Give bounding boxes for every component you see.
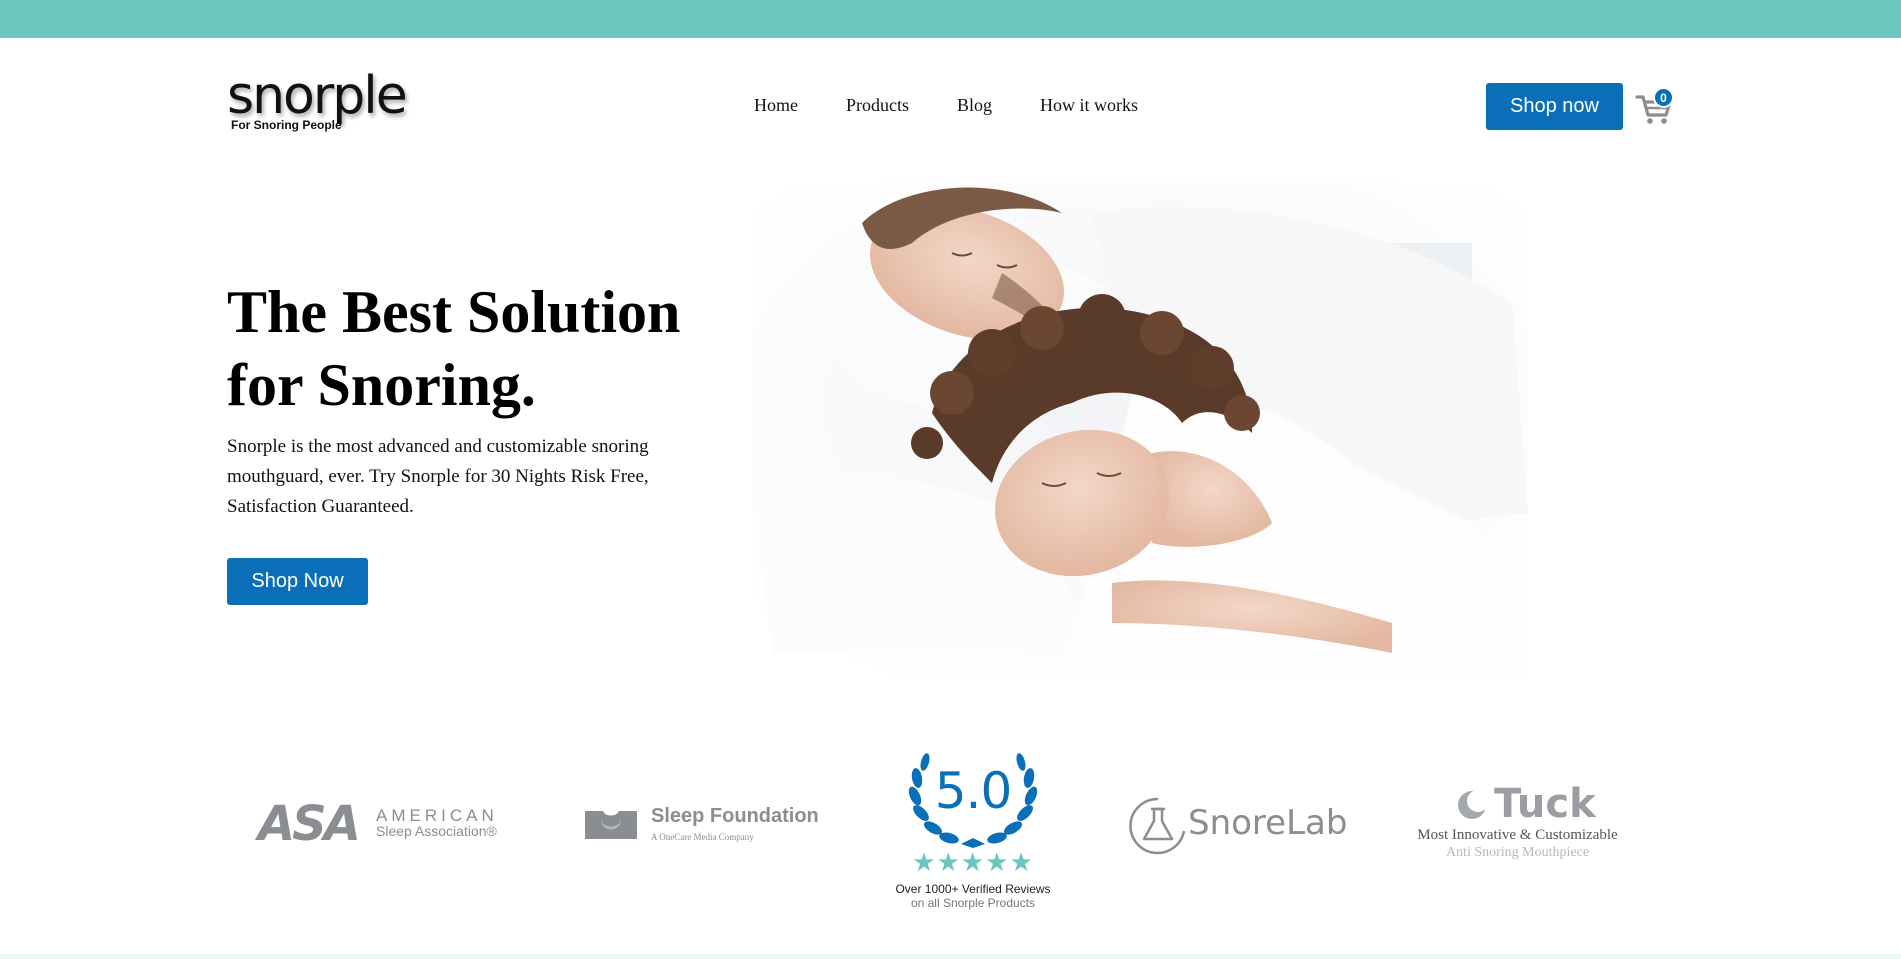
asa-mark: ASA: [258, 796, 361, 852]
hero-description: Snorple is the most advanced and customi…: [227, 436, 649, 517]
moon-icon: [1458, 790, 1488, 819]
main-nav: Home Products Blog How it works: [754, 95, 1138, 116]
tuck-logo: Tuck Most Innovative & Customizable Anti…: [1410, 781, 1625, 863]
sleep-foundation-name: Sleep Foundation: [651, 805, 819, 827]
asa-logo: ASA AMERICAN Sleep Association®: [258, 796, 498, 852]
top-announcement-strip: [0, 0, 1901, 38]
hero-shop-now-button[interactable]: Shop Now: [227, 558, 368, 605]
tuck-line2: Anti Snoring Mouthpiece: [1445, 845, 1590, 860]
tuck-line1: Most Innovative & Customizable: [1417, 827, 1618, 843]
nav-blog[interactable]: Blog: [957, 95, 992, 116]
nav-products[interactable]: Products: [846, 95, 909, 116]
snorple-logo[interactable]: snorple For Snoring People: [227, 66, 408, 138]
rating-line1: Over 1000+ Verified Reviews: [895, 882, 1051, 896]
asa-line2: Sleep Association®: [376, 823, 497, 839]
rating-score: 5.0: [934, 762, 1013, 820]
tuck-name: Tuck: [1494, 781, 1596, 827]
nav-home[interactable]: Home: [754, 95, 798, 116]
rating-line2: on all Snorple Products: [910, 896, 1036, 910]
shop-now-button[interactable]: Shop now: [1486, 83, 1623, 130]
snorelab-name: SnoreLab: [1188, 803, 1348, 843]
sleep-foundation-icon: [585, 811, 637, 839]
cart-count-badge: 0: [1653, 87, 1674, 108]
nav-how-it-works[interactable]: How it works: [1040, 95, 1138, 116]
hero-title-line1: The Best Solution: [227, 279, 681, 345]
sleep-foundation-logo: Sleep Foundation A OneCare Media Company: [583, 805, 823, 845]
logo-tagline: For Snoring People: [231, 118, 342, 132]
hero-image-couple-sleeping: [752, 183, 1528, 678]
bottom-section-edge: [0, 954, 1901, 959]
hero-title: The Best Solution for Snoring.: [227, 276, 747, 422]
flask-icon: [1129, 797, 1186, 855]
snorelab-logo: SnoreLab: [1128, 793, 1348, 857]
hero-title-line2: for Snoring.: [227, 352, 536, 418]
rating-stars-icon: ★★★★★: [912, 848, 1034, 877]
rating-badge: 5.0 ★★★★★ Over 1000+ Verified Reviews on…: [893, 738, 1053, 913]
sleep-foundation-sub: A OneCare Media Company: [651, 832, 754, 842]
logo-wordmark: snorple: [227, 66, 408, 126]
